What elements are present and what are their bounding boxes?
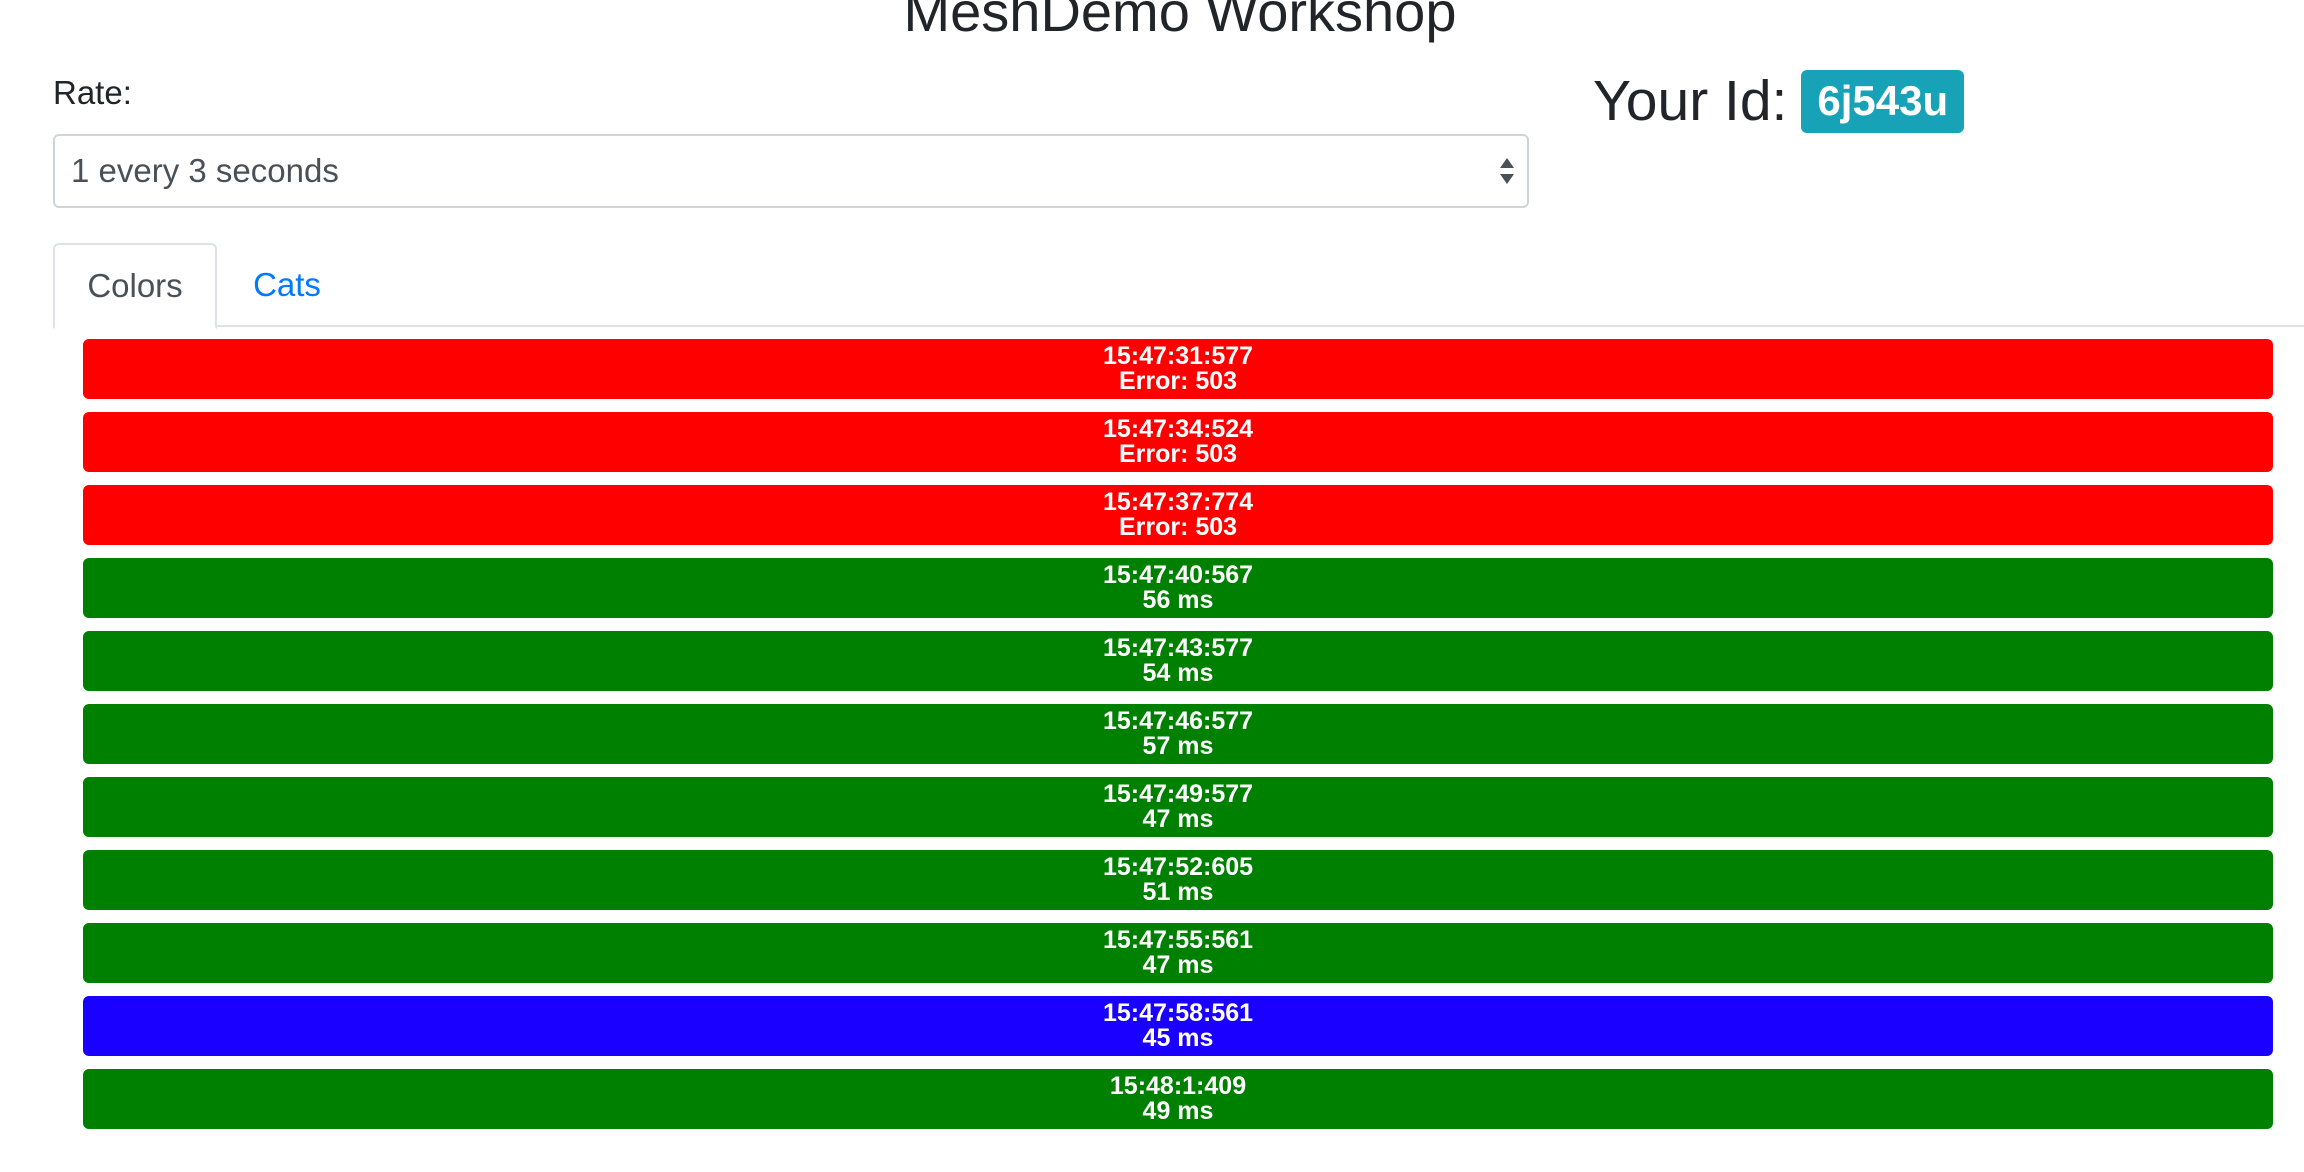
result-time: 15:47:58:561	[1102, 999, 1254, 1027]
result-detail: Error: 503	[1118, 440, 1238, 468]
result-row: 15:47:58:561 45 ms	[83, 996, 2273, 1056]
result-row: 15:47:49:577 47 ms	[83, 777, 2273, 837]
result-row: 15:47:40:567 56 ms	[83, 558, 2273, 618]
tab-bar: Colors Cats	[53, 243, 2304, 329]
result-time: 15:47:52:605	[1102, 853, 1254, 881]
your-id: Your Id: 6j543u	[1593, 69, 1965, 133]
result-detail: Error: 503	[1118, 513, 1238, 541]
result-time: 15:48:1:409	[1109, 1072, 1247, 1100]
result-row: 15:47:31:577 Error: 503	[83, 339, 2273, 399]
result-row: 15:47:55:561 47 ms	[83, 923, 2273, 983]
result-time: 15:47:37:774	[1102, 488, 1254, 516]
results-list: 15:47:31:577 Error: 503 15:47:34:524 Error:…	[83, 339, 2273, 1142]
your-id-label: Your Id:	[1593, 69, 1788, 133]
select-arrows-icon	[1500, 158, 1514, 184]
page-title: MeshDemo Workshop	[903, 0, 1457, 43]
result-time: 15:47:49:577	[1102, 780, 1254, 808]
result-detail: 47 ms	[1142, 951, 1214, 979]
result-detail: 51 ms	[1142, 878, 1214, 906]
result-detail: 47 ms	[1142, 805, 1214, 833]
result-time: 15:47:46:577	[1102, 707, 1254, 735]
result-row: 15:47:52:605 51 ms	[83, 850, 2273, 910]
result-time: 15:47:34:524	[1102, 415, 1254, 443]
result-time: 15:47:55:561	[1102, 926, 1254, 954]
rate-label: Rate:	[53, 74, 132, 111]
tab-cats[interactable]: Cats	[217, 243, 357, 327]
id-badge: 6j543u	[1801, 70, 1965, 133]
result-detail: 45 ms	[1142, 1024, 1214, 1052]
result-time: 15:47:40:567	[1102, 561, 1254, 589]
result-detail: 54 ms	[1142, 659, 1214, 687]
page: MeshDemo Workshop Rate: 1 every 3 second…	[0, 0, 2304, 1172]
result-row: 15:47:37:774 Error: 503	[83, 485, 2273, 545]
rate-select-value: 1 every 3 seconds	[71, 152, 339, 189]
tab-colors[interactable]: Colors	[53, 243, 217, 329]
result-detail: 49 ms	[1142, 1097, 1214, 1125]
result-time: 15:47:43:577	[1102, 634, 1254, 662]
result-row: 15:47:43:577 54 ms	[83, 631, 2273, 691]
result-row: 15:47:34:524 Error: 503	[83, 412, 2273, 472]
result-detail: 56 ms	[1142, 586, 1214, 614]
result-time: 15:47:31:577	[1102, 342, 1254, 370]
result-row: 15:47:46:577 57 ms	[83, 704, 2273, 764]
result-detail: Error: 503	[1118, 367, 1238, 395]
rate-select[interactable]: 1 every 3 seconds	[53, 134, 1529, 208]
result-row: 15:48:1:409 49 ms	[83, 1069, 2273, 1129]
result-detail: 57 ms	[1142, 732, 1214, 760]
